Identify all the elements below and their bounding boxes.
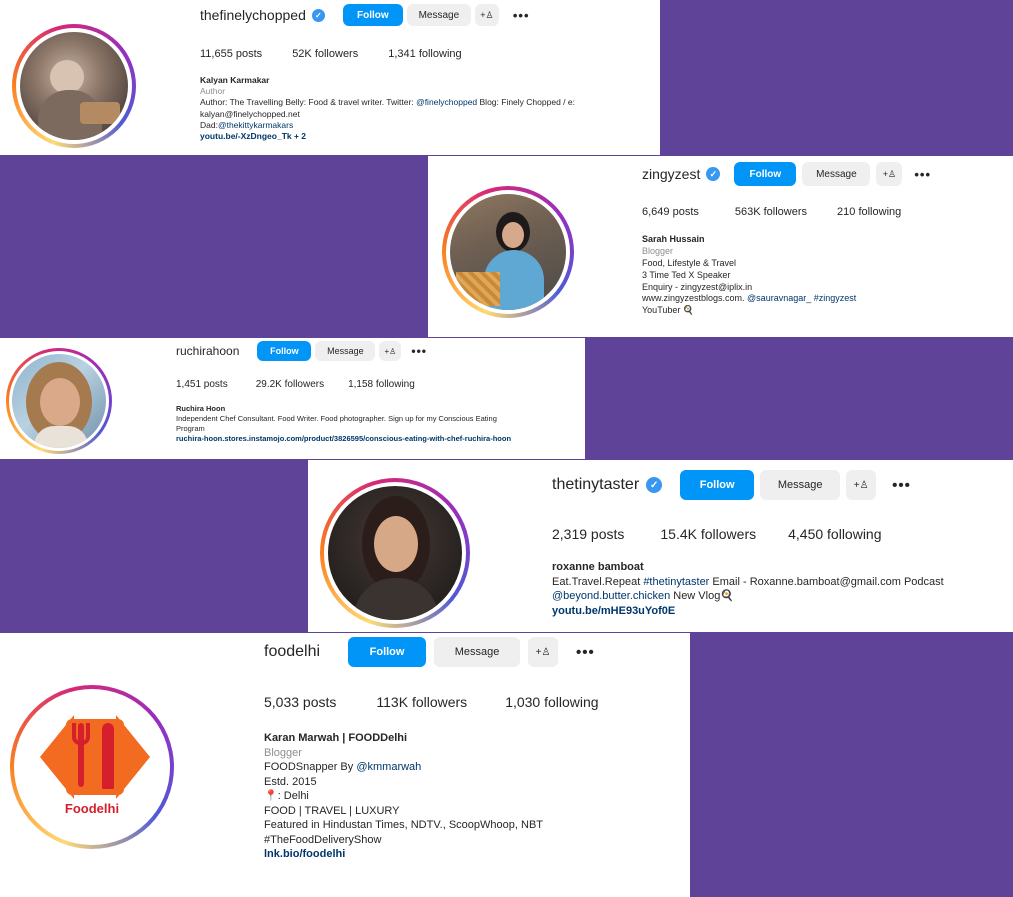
bio-line: Independent Chef Consultant. Food Writer… xyxy=(176,413,497,423)
username: thefinelychopped xyxy=(200,7,306,23)
profile-link[interactable]: youtu.be/-XzDngeo_Tk + 2 xyxy=(200,131,655,142)
add-person-icon[interactable]: +♙ xyxy=(379,341,402,361)
profile-category: Blogger xyxy=(264,746,302,759)
message-button[interactable]: Message xyxy=(315,341,376,361)
posts-count: 2,319 posts xyxy=(552,526,625,542)
profile-photo xyxy=(12,354,106,448)
bio-line: 3 Time Ted X Speaker xyxy=(642,269,731,280)
profile-card-thetinytaster: thetinytaster ✓ Follow Message +♙ ••• 2,… xyxy=(308,460,1013,632)
bio-line: YouTuber 🍳 xyxy=(642,305,695,316)
profile-avatar[interactable]: Foodelhi xyxy=(10,685,174,849)
profile-card-foodelhi: Foodelhi foodelhi Follow Message +♙ ••• … xyxy=(0,633,690,897)
profile-category: Author xyxy=(200,86,226,97)
bio-line: Enquiry - zingyzest@iplix.in xyxy=(642,281,753,292)
profile-card-zingyzest: zingyzest ✓ Follow Message +♙ ••• 6,649 … xyxy=(428,156,1013,337)
bio-line: www.zingyzestblogs.com. @sauravnagar_ #z… xyxy=(642,293,857,304)
bio-line: FOOD | TRAVEL | LUXURY xyxy=(264,804,400,817)
verified-badge-icon: ✓ xyxy=(646,477,663,493)
profile-name: Ruchira Hoon xyxy=(176,404,226,413)
profile-name: Kalyan Karmakar xyxy=(200,75,270,85)
bio-line: Eat.Travel.Repeat #thetinytaster Email -… xyxy=(552,575,944,588)
foodelhi-logo: Foodelhi xyxy=(18,693,166,841)
profile-link[interactable]: youtu.be/mHE93uYof0E xyxy=(552,604,1007,619)
profile-avatar[interactable] xyxy=(6,348,112,454)
profile-photo xyxy=(450,194,566,310)
mention-link[interactable]: @sauravnagar_ #zingyzest xyxy=(747,293,856,303)
add-person-icon[interactable]: +♙ xyxy=(474,4,499,26)
profile-avatar[interactable] xyxy=(12,24,136,148)
bio-line: Featured in Hindustan Times, NDTV., Scoo… xyxy=(264,819,543,832)
add-person-icon[interactable]: +♙ xyxy=(528,637,559,667)
username: foodelhi xyxy=(264,643,321,660)
profile-avatar[interactable] xyxy=(320,478,470,628)
add-person-icon[interactable]: +♙ xyxy=(846,470,877,500)
bio-line: FOODSnapper By @kmmarwah xyxy=(264,761,422,774)
bio-line: Estd. 2015 xyxy=(264,775,317,788)
profile-category: Blogger xyxy=(642,245,674,256)
verified-badge-icon: ✓ xyxy=(311,8,325,22)
profile-link[interactable]: lnk.bio/foodelhi xyxy=(264,847,684,862)
bio-line: #TheFoodDeliveryShow xyxy=(264,833,382,846)
followers-count[interactable]: 113K followers xyxy=(376,694,467,710)
more-options-icon[interactable]: ••• xyxy=(892,477,911,494)
mention-link[interactable]: @thekittykarmakars xyxy=(218,120,293,130)
profile-photo xyxy=(20,32,128,140)
message-button[interactable]: Message xyxy=(406,4,471,26)
message-button[interactable]: Message xyxy=(760,470,841,500)
message-button[interactable]: Message xyxy=(802,162,871,186)
bio-line: Program xyxy=(176,423,205,433)
follow-button[interactable]: Follow xyxy=(348,637,427,667)
profile-name: Sarah Hussain xyxy=(642,234,705,244)
posts-count: 11,655 posts xyxy=(200,48,263,60)
following-count[interactable]: 1,341 following xyxy=(388,48,461,60)
hashtag-link[interactable]: #thetinytaster xyxy=(643,576,709,588)
bio-line: @beyond.butter.chicken New Vlog🍳 xyxy=(552,590,735,603)
mention-link[interactable]: @beyond.butter.chicken xyxy=(552,590,670,602)
follow-button[interactable]: Follow xyxy=(342,4,403,26)
follow-button[interactable]: Follow xyxy=(734,162,797,186)
profile-photo xyxy=(328,486,462,620)
bio-line: Author: The Travelling Belly: Food & tra… xyxy=(200,97,575,108)
message-button[interactable]: Message xyxy=(434,637,521,667)
posts-count: 1,451 posts xyxy=(176,378,228,390)
username: zingyzest xyxy=(642,166,701,182)
profile-card-thefinelychopped: thefinelychopped ✓ Follow Message +♙ •••… xyxy=(0,0,660,155)
bio-line: kalyan@finelychopped.net xyxy=(200,108,300,119)
username: thetinytaster xyxy=(552,476,640,493)
mention-link[interactable]: @finelychopped xyxy=(416,97,477,107)
following-count[interactable]: 1,030 following xyxy=(505,694,598,710)
following-count[interactable]: 210 following xyxy=(837,206,901,218)
posts-count: 5,033 posts xyxy=(264,694,337,710)
more-options-icon[interactable]: ••• xyxy=(576,644,595,661)
bio-line: Food, Lifestyle & Travel xyxy=(642,257,737,268)
more-options-icon[interactable]: ••• xyxy=(914,167,931,182)
more-options-icon[interactable]: ••• xyxy=(513,8,530,23)
add-person-icon[interactable]: +♙ xyxy=(876,162,903,186)
verified-badge-icon: ✓ xyxy=(706,167,721,181)
follow-button[interactable]: Follow xyxy=(257,341,312,361)
followers-count[interactable]: 15.4K followers xyxy=(660,526,756,542)
username: ruchirahoon xyxy=(176,344,240,358)
follow-button[interactable]: Follow xyxy=(680,470,755,500)
profile-name: Karan Marwah | FOODDelhi xyxy=(264,732,408,744)
profile-avatar[interactable] xyxy=(442,186,574,318)
bio-line: 📍: Delhi xyxy=(264,790,309,803)
following-count[interactable]: 4,450 following xyxy=(788,526,881,542)
followers-count[interactable]: 29.2K followers xyxy=(256,379,324,390)
profile-link[interactable]: ruchira-hoon.stores.instamojo.com/produc… xyxy=(176,434,581,444)
posts-count: 6,649 posts xyxy=(642,206,699,218)
profile-name: roxanne bamboat xyxy=(552,561,644,573)
logo-text: Foodelhi xyxy=(64,801,120,816)
more-options-icon[interactable]: ••• xyxy=(411,344,427,358)
following-count[interactable]: 1,158 following xyxy=(348,379,415,390)
profile-card-ruchirahoon: ruchirahoon Follow Message +♙ ••• 1,451 … xyxy=(0,338,585,459)
followers-count[interactable]: 563K followers xyxy=(735,206,807,218)
bio-line: Dad:@thekittykarmakars xyxy=(200,119,294,130)
mention-link[interactable]: @kmmarwah xyxy=(356,761,421,773)
followers-count[interactable]: 52K followers xyxy=(292,48,358,60)
